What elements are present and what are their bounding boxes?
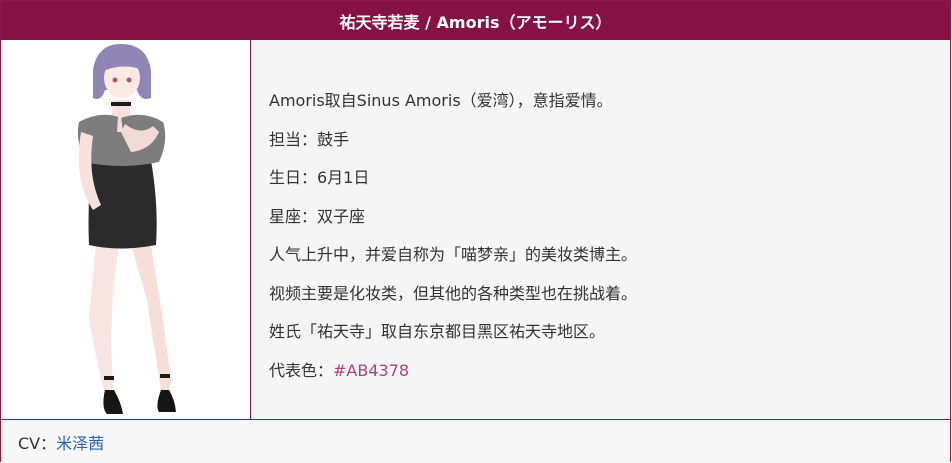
choker [111, 102, 131, 106]
profile-title: 祐天寺若麦 / Amoris（アモーリス） [339, 12, 612, 32]
portrait-cell [1, 40, 251, 419]
left-ankle-strap [104, 376, 114, 380]
color-value: #AB4378 [333, 360, 410, 380]
info-line-role: 担当：鼓手 [269, 129, 350, 149]
info-line-videos: 视频主要是化妆类，但其他的各种类型也在挑战着。 [269, 283, 638, 303]
cv-name-link[interactable]: 米泽茜 [56, 430, 104, 454]
cv-row: CV： 米泽茜 [1, 419, 950, 463]
right-shoe [157, 390, 176, 412]
right-eye [126, 77, 132, 83]
info-line-birthday: 生日：6月1日 [269, 168, 370, 187]
info-cell: Amoris取自Sinus Amoris（爱湾），意指爱情。 担当：鼓手 生日：… [252, 40, 950, 419]
left-shoe [103, 390, 123, 414]
right-ankle-strap [160, 374, 170, 378]
info-line-color: 代表色：#AB4378 [269, 360, 637, 399]
color-label: 代表色： [269, 360, 334, 380]
character-profile-card: 祐天寺若麦 / Amoris（アモーリス） Amoris取自Sinus Amor… [0, 0, 951, 463]
left-leg [89, 245, 119, 392]
info-line-popularity: 人气上升中，并爱自称为「喵梦亲」的美妆类博主。 [269, 245, 638, 264]
info-line-zodiac: 星座：双子座 [269, 206, 366, 226]
info-line-surname: 姓氏「祐天寺」取自东京都目黑区祐天寺地区。 [269, 322, 606, 341]
right-leg [131, 245, 171, 392]
character-illustration-icon [77, 44, 176, 414]
info-line-origin: Amoris取自Sinus Amoris（爱湾），意指爱情。 [269, 91, 613, 110]
cv-label: CV： [18, 433, 57, 453]
info-list: Amoris取自Sinus Amoris（爱湾），意指爱情。 担当：鼓手 生日：… [269, 90, 637, 398]
profile-header: 祐天寺若麦 / Amoris（アモーリス） [1, 1, 950, 40]
left-eye [112, 77, 118, 83]
